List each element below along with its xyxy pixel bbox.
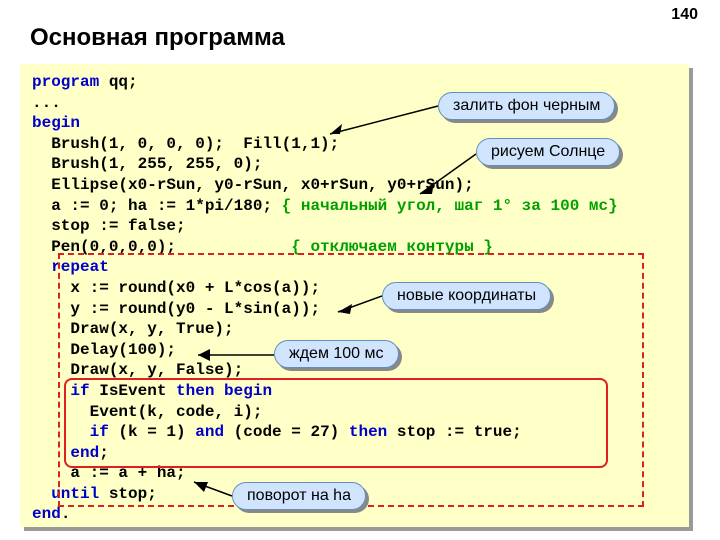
page-title: Основная программа (30, 24, 285, 52)
callout-new-coords: новые координаты (382, 282, 551, 310)
code-text (32, 485, 51, 503)
code-text: ... (32, 94, 61, 112)
code-text: Brush(1, 0, 0, 0); Fill(1,1); (32, 135, 339, 153)
code-text: a := 0; ha := 1*pi/180; (32, 197, 282, 215)
callout-fill-bg: залить фон черным (438, 92, 615, 120)
code-text: Brush(1, 255, 255, 0); (32, 155, 262, 173)
code-text: . (61, 505, 71, 523)
comment: { начальный угол, шаг 1° за 100 мс} (282, 197, 618, 215)
callout-rotate: поворот на ha (232, 482, 366, 510)
code-text (32, 258, 51, 276)
if-event-box (64, 378, 608, 468)
kw-begin: begin (32, 114, 80, 132)
page-number: 140 (671, 6, 698, 24)
code-text: Ellipse(x0-rSun, y0-rSun, x0+rSun, y0+rS… (32, 176, 474, 194)
callout-draw-sun: рисуем Солнце (476, 138, 620, 166)
code-text: stop := false; (32, 217, 186, 235)
kw-program: program (32, 73, 99, 91)
callout-wait: ждем 100 мс (274, 340, 399, 368)
code-text: qq; (99, 73, 137, 91)
kw-end: end (32, 505, 61, 523)
